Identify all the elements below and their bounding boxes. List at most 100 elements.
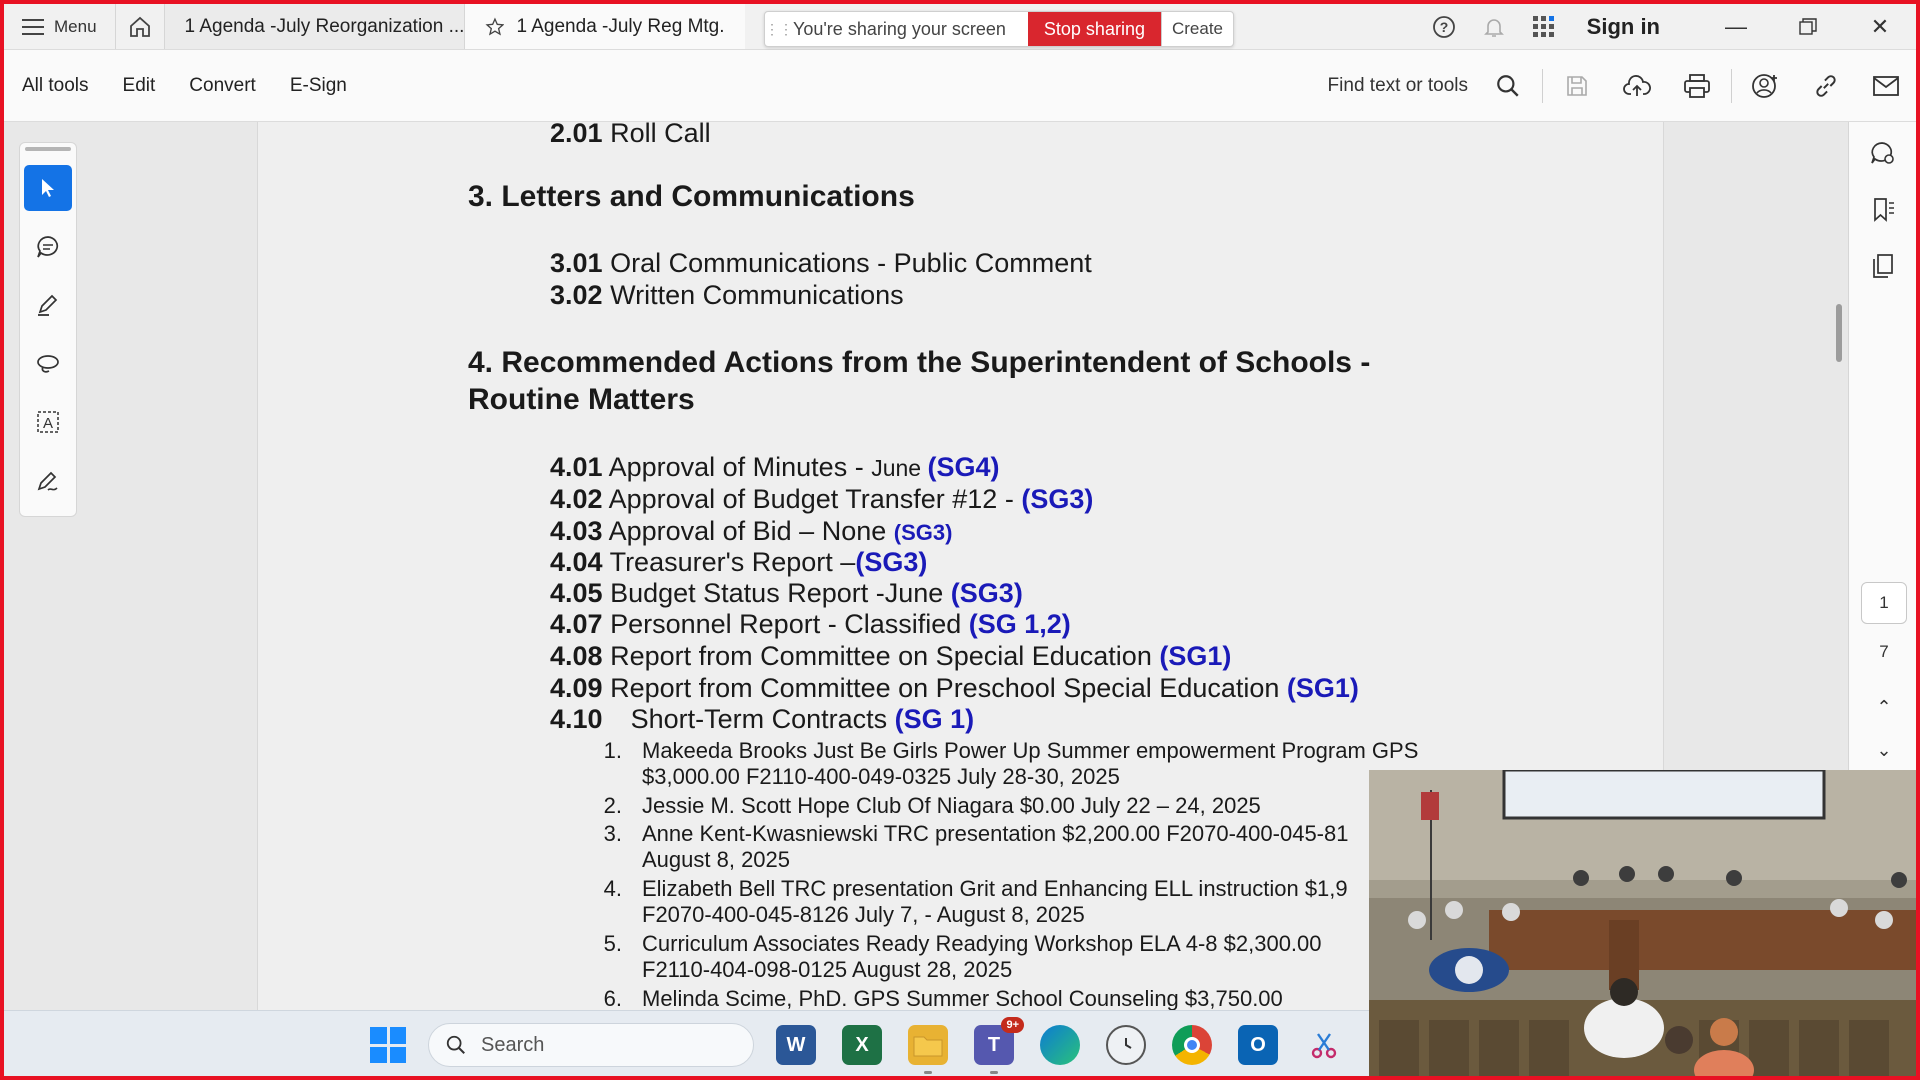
taskbar-search[interactable]: Search [428,1023,754,1067]
agenda-item-4-08: 4.08 Report from Committee on Special Ed… [550,641,1232,671]
svg-text:?: ? [1439,19,1448,35]
hamburger-icon [22,18,44,35]
cursor-icon [42,179,54,198]
agenda-item-4-01: 4.01 Approval of Minutes - June (SG4) [550,452,1000,482]
page-total: 7 [1879,642,1889,661]
previous-page-button[interactable]: ⌃ [1861,697,1907,718]
home-button[interactable] [114,4,165,49]
save-button[interactable] [1547,50,1607,121]
menu-button[interactable]: Menu [4,4,115,49]
comment-tool-button[interactable] [24,223,72,270]
sign-in-button[interactable]: Sign in [1569,14,1700,40]
bookmark-icon [1874,198,1894,222]
taskbar-search-placeholder: Search [481,1033,545,1056]
pages-panel-button[interactable] [1849,238,1917,294]
email-button[interactable] [1856,50,1916,121]
next-page-button[interactable]: ⌄ [1861,740,1907,761]
clock-app-icon[interactable] [1106,1025,1146,1065]
agenda-item-4-04: 4.04 Treasurer's Report –(SG3) [550,547,928,577]
meeting-video-feed[interactable] [1369,770,1920,1080]
mail-icon [1873,75,1899,96]
share-user-button[interactable] [1736,50,1796,121]
restore-button[interactable] [1772,4,1844,49]
link-icon [1816,74,1836,97]
e-sign-menu[interactable]: E-Sign [272,75,347,97]
bell-icon [1483,18,1504,37]
close-window-button[interactable]: ✕ [1844,4,1916,49]
section-4-heading-line2: Routine Matters [468,383,695,416]
teams-app-icon[interactable]: T 9+ [974,1017,1024,1065]
search-icon [446,1035,465,1054]
apps-grid-icon [1532,15,1554,37]
section-3-heading: 3. Letters and Communications [468,180,915,213]
menu-label: Menu [54,16,97,36]
quick-tools-rail: A [19,142,77,517]
agenda-item-4-03: 4.03 Approval of Bid – None (SG3) [550,516,953,546]
printer-icon [1684,73,1710,98]
save-icon [1567,75,1587,96]
divider [1731,68,1732,103]
start-button[interactable] [370,1027,406,1063]
draw-tool-button[interactable] [24,340,72,387]
convert-menu[interactable]: Convert [171,75,256,97]
agenda-item-4-05: 4.05 Budget Status Report -June (SG3) [550,578,1023,608]
edit-menu[interactable]: Edit [105,75,156,97]
bookmarks-panel-button[interactable] [1849,182,1917,238]
app-toolbar: All tools Edit Convert E-Sign Find text … [4,50,1916,122]
tab-label: 1 Agenda -July Reorganization ... [184,15,465,37]
close-icon: ✕ [1870,13,1890,39]
divider [1542,68,1543,103]
apps-button[interactable] [1519,4,1569,49]
help-button[interactable]: ? [1419,4,1469,49]
create-button[interactable]: Create [1160,12,1233,46]
print-button[interactable] [1667,50,1727,121]
comment-search-icon [1871,142,1894,164]
stop-sharing-button[interactable]: Stop sharing [1027,12,1161,46]
sign-tool-button[interactable] [24,457,72,504]
snipping-tool-icon[interactable] [1304,1025,1344,1065]
add-user-icon [1752,73,1777,98]
svg-text:A: A [43,415,53,432]
highlight-tool-button[interactable] [24,282,72,329]
comment-icon [37,235,59,258]
agenda-item-4-09: 4.09 Report from Committee on Preschool … [550,673,1359,703]
meeting-room-video [1369,770,1920,1080]
outlook-app-icon[interactable]: O [1238,1025,1278,1065]
upload-button[interactable] [1607,50,1667,121]
scissors-icon [1311,1033,1337,1059]
agenda-item-2-01: 2.01 Roll Call [550,122,711,148]
tab-reg-mtg[interactable]: 1 Agenda -July Reg Mtg. [464,4,745,49]
home-icon [129,16,150,37]
comments-panel-button[interactable] [1849,126,1917,182]
word-app-icon[interactable]: W [776,1025,816,1065]
folder-icon [913,1036,943,1057]
agenda-item-4-10: 4.10 Short-Term Contracts (SG 1) [550,704,975,734]
find-button[interactable] [1478,50,1538,121]
minimize-icon: — [1725,13,1747,39]
minimize-button[interactable]: — [1700,4,1772,49]
vertical-scrollbar[interactable] [1836,304,1842,362]
find-text-or-tools[interactable]: Find text or tools [1328,75,1468,97]
clock-icon [1125,1038,1132,1049]
agenda-item-3-01: 3.01 Oral Communications - Public Commen… [550,248,1092,278]
chrome-browser-icon[interactable] [1172,1025,1212,1065]
section-4-heading-line1: 4. Recommended Actions from the Superint… [468,346,1371,379]
pages-icon [1873,254,1893,278]
select-tool-button[interactable] [24,164,72,212]
search-icon [1497,74,1519,97]
current-page-input[interactable]: 1 [1861,582,1907,624]
drag-handle-icon[interactable]: ⋮⋮ [765,21,793,38]
rail-drag-handle[interactable] [25,147,71,151]
all-tools-menu[interactable]: All tools [4,75,89,97]
file-explorer-icon[interactable] [908,1025,948,1065]
teams-notification-badge: 9+ [1001,1017,1024,1033]
chevron-down-icon: ⌄ [1876,740,1892,760]
pen-icon [38,294,58,317]
tab-reorganization[interactable]: 1 Agenda -July Reorganization ... [164,4,465,49]
star-icon[interactable] [485,14,505,40]
excel-app-icon[interactable]: X [842,1025,882,1065]
edge-browser-icon[interactable] [1040,1025,1080,1065]
copy-link-button[interactable] [1796,50,1856,121]
notifications-button[interactable] [1469,4,1519,49]
text-tool-button[interactable]: A [24,399,72,446]
